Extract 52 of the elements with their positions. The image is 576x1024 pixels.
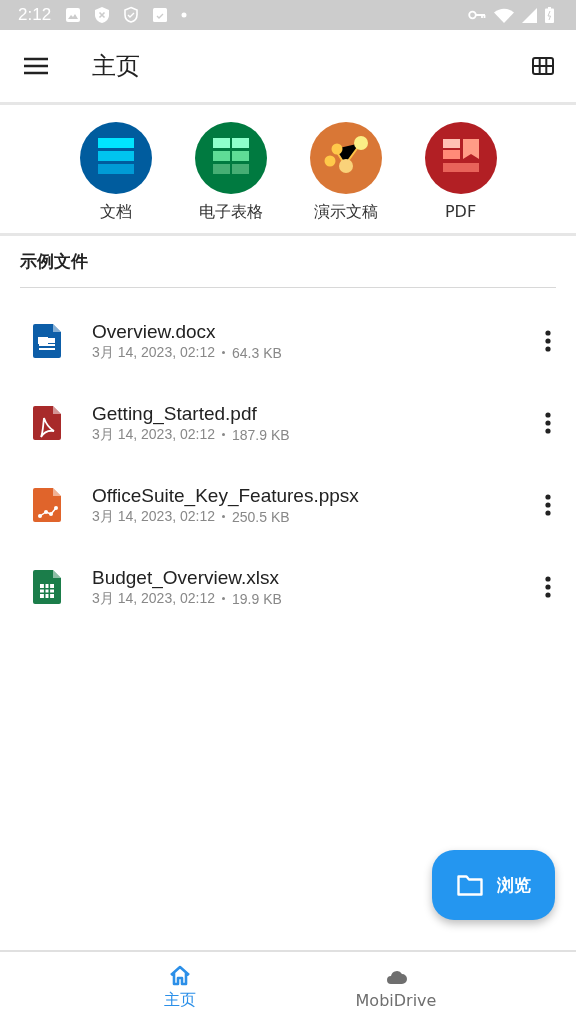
more-options-icon[interactable] [544, 412, 552, 434]
section-title: 示例文件 [20, 250, 556, 288]
wifi-icon [494, 7, 514, 23]
nav-tab[interactable]: MobiDrive [336, 952, 456, 1024]
pdf-file-icon [33, 406, 61, 440]
presentation-icon[interactable] [309, 122, 382, 194]
image-icon [65, 7, 82, 23]
key-icon [468, 10, 486, 20]
file-row[interactable]: Getting_Started.pdf 3月 14, 2023, 02:12 187.9 KB [0, 382, 576, 464]
quick-action-label[interactable]: 演示文稿 [313, 202, 378, 223]
presentation-file-icon [33, 488, 61, 522]
spreadsheet-file-icon [33, 570, 61, 604]
shield-icon [94, 6, 111, 24]
file-size: 250.5 KB [232, 508, 290, 525]
grid-view-icon[interactable] [532, 57, 554, 75]
file-row[interactable]: Overview.docx 3月 14, 2023, 02:12 64.3 KB [0, 300, 576, 382]
file-name: Overview.docx [92, 320, 217, 343]
file-date: 3月 14, 2023, 02:12 [92, 425, 215, 444]
separator-dot-icon [222, 597, 225, 600]
file-name: Budget_Overview.xlsx [92, 566, 280, 589]
file-name: Getting_Started.pdf [92, 402, 258, 425]
separator-dot-icon [222, 515, 225, 518]
checklist-icon [152, 7, 169, 23]
file-size: 19.9 KB [232, 590, 282, 607]
page-title: 主页 [92, 51, 141, 82]
file-row[interactable]: OfficeSuite_Key_Features.ppsx 3月 14, 2023, 02:12 250.5 KB [0, 464, 576, 546]
quick-action-label[interactable]: PDF [444, 202, 477, 221]
pdf-icon[interactable] [424, 122, 497, 194]
quick-action-label[interactable]: 电子表格 [198, 202, 263, 223]
more-options-icon[interactable] [544, 494, 552, 516]
menu-icon[interactable] [24, 57, 48, 75]
signal-icon [522, 7, 537, 23]
file-row[interactable]: Budget_Overview.xlsx 3月 14, 2023, 02:12 19.9 KB [0, 546, 576, 628]
file-date: 3月 14, 2023, 02:12 [92, 589, 215, 608]
file-name: OfficeSuite_Key_Features.ppsx [92, 484, 360, 507]
more-options-icon[interactable] [544, 330, 552, 352]
file-date: 3月 14, 2023, 02:12 [92, 343, 215, 362]
file-size: 64.3 KB [232, 344, 282, 361]
spreadsheet-icon[interactable] [194, 122, 267, 194]
separator-dot-icon [222, 433, 225, 436]
document-file-icon [33, 324, 61, 358]
separator-dot-icon [222, 351, 225, 354]
more-options-icon[interactable] [544, 576, 552, 598]
shield-check-icon [123, 6, 140, 24]
battery-icon [545, 7, 554, 23]
file-size: 187.9 KB [232, 426, 290, 443]
folder-icon [456, 874, 483, 896]
file-date: 3月 14, 2023, 02:12 [92, 507, 215, 526]
quick-action-label[interactable]: 文档 [99, 202, 132, 223]
document-icon[interactable] [79, 122, 152, 194]
home-icon [169, 965, 191, 986]
dot-icon [181, 12, 188, 18]
